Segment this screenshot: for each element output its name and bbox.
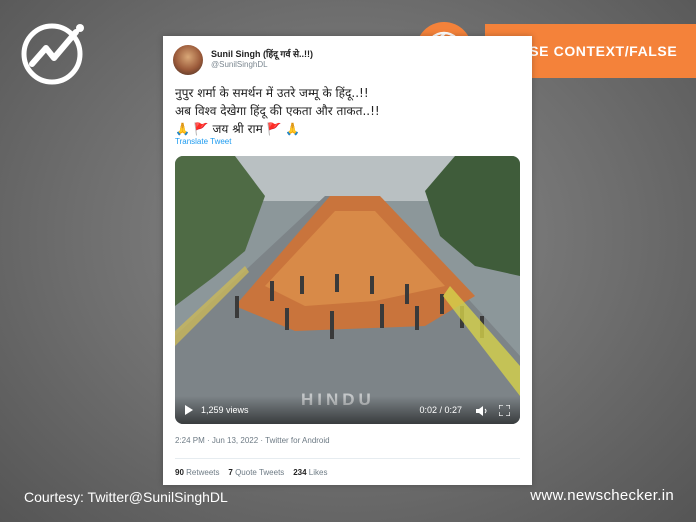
retweets-label: Retweets — [186, 468, 220, 477]
avatar[interactable] — [173, 45, 203, 75]
tweet-text-line-3: 🙏 🚩 जय श्री राम 🚩 🙏 — [175, 122, 301, 136]
quotes-count: 7 — [228, 468, 233, 477]
author-handle[interactable]: @SunilSinghDL — [211, 60, 268, 69]
video-controls: 1,259 views 0:02 / 0:27 — [175, 396, 520, 424]
retweets-count: 90 — [175, 468, 184, 477]
video-frame — [175, 156, 520, 424]
translate-tweet-link[interactable]: Translate Tweet — [175, 137, 231, 146]
courtesy-text: Courtesy: Twitter@SunilSinghDL — [24, 489, 228, 505]
divider — [175, 458, 520, 459]
site-url[interactable]: www.newschecker.in — [530, 487, 674, 504]
likes-link[interactable]: 234 Likes — [293, 468, 327, 477]
fullscreen-icon[interactable] — [499, 405, 510, 416]
tweet-stats: 90 Retweets 7 Quote Tweets 234 Likes — [175, 468, 327, 477]
quotes-label: Quote Tweets — [235, 468, 285, 477]
retweets-link[interactable]: 90 Retweets — [175, 468, 220, 477]
author-name[interactable]: Sunil Singh (हिंदू गर्व से..!!) — [211, 47, 313, 60]
tweet-card: Sunil Singh (हिंदू गर्व से..!!) @SunilSi… — [163, 36, 532, 485]
play-icon[interactable] — [184, 405, 194, 415]
tweet-video[interactable]: HINDU 1,259 views 0:02 / 0:27 — [175, 156, 520, 424]
video-time: 0:02 / 0:27 — [419, 405, 462, 415]
newschecker-logo-icon — [21, 23, 84, 85]
quote-tweets-link[interactable]: 7 Quote Tweets — [228, 468, 284, 477]
tweet-timestamp[interactable]: 2:24 PM · Jun 13, 2022 · Twitter for And… — [175, 436, 330, 445]
tweet-text-line-2: अब विश्व देखेगा हिंदू की एकता और ताकत..!… — [175, 104, 380, 118]
tweet-text-line-1: नुपुर शर्मा के समर्थन में उतरे जम्मू के … — [175, 86, 369, 100]
likes-count: 234 — [293, 468, 307, 477]
volume-icon[interactable] — [476, 406, 488, 416]
likes-label: Likes — [308, 468, 328, 477]
video-views: 1,259 views — [201, 405, 249, 415]
